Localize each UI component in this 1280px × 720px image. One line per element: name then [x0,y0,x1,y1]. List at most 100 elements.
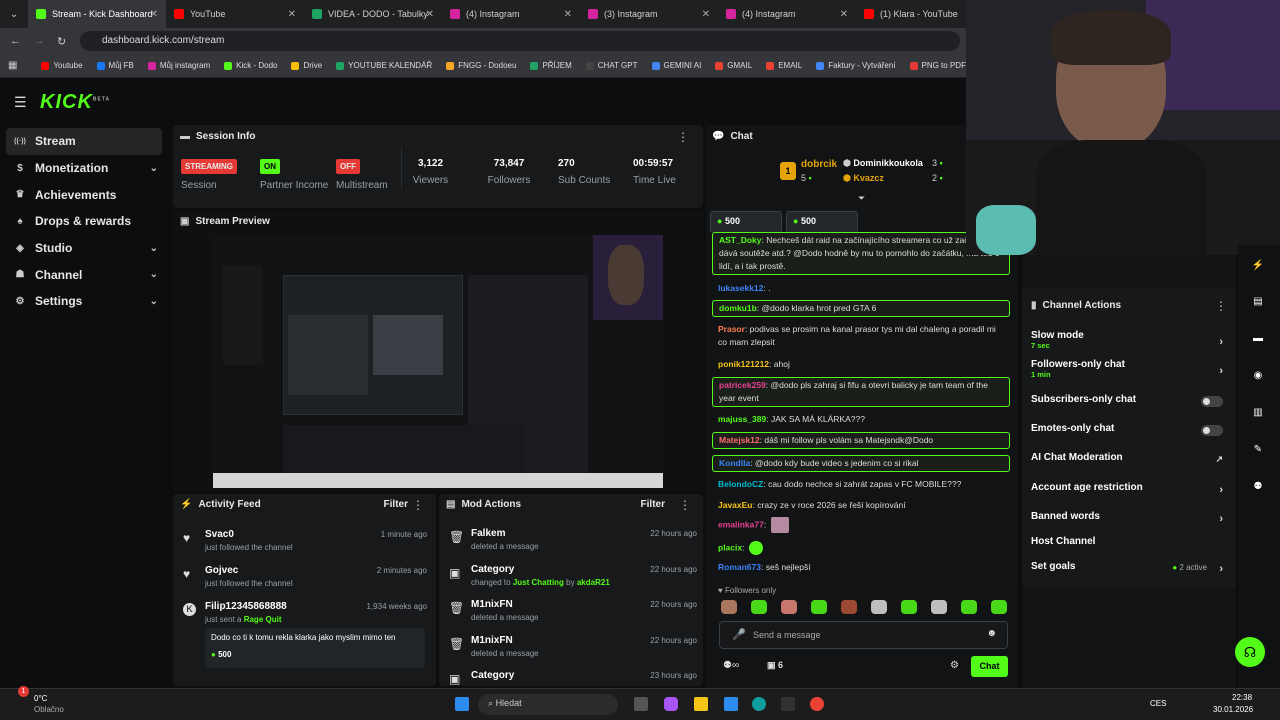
activity-user[interactable]: Svac0 [205,529,234,540]
list-rail-icon[interactable]: ▥ [1246,400,1270,424]
capcut-icon[interactable] [781,697,795,711]
support-headset-icon[interactable]: ☊ [1235,637,1265,667]
forward-icon[interactable]: → [34,35,45,47]
back-icon[interactable]: ← [10,35,21,47]
bookmark-item[interactable]: CHAT GPT [585,61,638,70]
points-rail-icon[interactable]: ⚉ [1246,474,1270,498]
chat-settings-icon[interactable]: ⚙ [950,660,959,671]
clipboard-rail-icon[interactable]: ▤ [1246,289,1270,313]
external-link-icon[interactable]: ↗ [1215,454,1223,465]
sidebar-item-channel[interactable]: ☗ Channel ⌄ [0,261,170,288]
actions-more-icon[interactable]: ⋮ [1215,299,1227,313]
mod-action-user[interactable]: Category [471,564,514,575]
copilot-icon[interactable] [664,697,678,711]
browser-tab[interactable]: (4) Instagram ✕ [718,0,856,28]
sidebar-item-achievements[interactable]: ♛ Achievements [0,181,170,208]
file-explorer-icon[interactable] [694,697,708,711]
browser-tab[interactable]: (4) Instagram ✕ [442,0,580,28]
channel-action-followers-only-chat[interactable]: Followers-only chat 1 min › [1031,359,1231,383]
chevron-right-icon[interactable]: › [1219,563,1223,575]
close-tab-icon[interactable]: ✕ [564,9,572,20]
session-more-icon[interactable]: ⋮ [677,130,689,144]
bookmark-item[interactable]: Kick - Dodo [224,61,277,70]
channel-action-ai-chat-moderation[interactable]: AI Chat Moderation ↗ [1031,452,1231,476]
expand-down-icon[interactable]: ⏷ [858,193,865,204]
bookmark-item[interactable]: Můj FB [96,61,134,70]
chevron-right-icon[interactable]: › [1219,513,1223,525]
sidebar-item-studio[interactable]: ◈ Studio ⌄ [0,235,170,262]
mod-actor-name[interactable]: akdaR21 [577,578,610,587]
apps-grid-icon[interactable]: ▦ [8,60,17,71]
reload-icon[interactable]: ↻ [57,35,66,48]
leader-name[interactable]: Kvazcz [853,173,884,183]
bookmark-item[interactable]: Faktury - Vytváření [816,61,896,70]
emote-picker-icon[interactable] [841,600,857,614]
windows-start-icon[interactable] [455,697,469,711]
close-tab-icon[interactable]: ✕ [840,9,848,20]
chat-username[interactable]: Matejsk12 [719,435,760,445]
chevron-right-icon[interactable]: › [1219,365,1223,377]
chevron-down-icon[interactable]: ⌄ [150,269,158,280]
chevron-down-icon[interactable]: ⌄ [150,296,158,307]
chevron-right-icon[interactable]: › [1219,484,1223,496]
channel-action-host-channel[interactable]: Host Channel [1031,536,1231,560]
pinned-gift-1[interactable]: ● 500 [710,211,782,233]
toggle-switch[interactable] [1201,396,1223,407]
stream-video[interactable] [213,235,663,488]
menu-icon[interactable]: ☰ [14,94,27,111]
chat-username[interactable]: Roman673 [718,562,761,572]
bookmark-item[interactable]: YOUTUBE KALENDÁŘ [336,61,432,70]
browser-tab[interactable]: VIDEA - DODO - Tabulky ✕ [304,0,442,28]
activity-filter-button[interactable]: Filter [384,499,408,510]
keyboard-language[interactable]: CES [1150,699,1166,708]
task-view-icon[interactable] [634,697,648,711]
chevron-right-icon[interactable]: › [1219,336,1223,348]
leader-name[interactable]: Dominikkoukola [853,158,923,168]
outlook-icon[interactable] [724,697,738,711]
channel-action-set-goals[interactable]: Set goals › ● 2 active [1031,561,1231,585]
bookmark-item[interactable]: Youtube [41,61,83,70]
emoji-icon[interactable]: ☻ [986,628,997,639]
browser-tab[interactable]: Stream - Kick Dashboard ✕ [28,0,166,28]
bookmark-item[interactable]: GEMINI AI [651,61,701,70]
chat-username[interactable]: ponik121212 [718,359,769,369]
sidebar-item-stream[interactable]: ((·)) Stream [6,128,162,155]
bookmark-item[interactable]: Drive [291,61,322,70]
bookmark-item[interactable]: Můj instagram [147,61,210,70]
emote-picker-icon[interactable] [871,600,887,614]
send-chat-button[interactable]: Chat [971,656,1008,677]
sidebar-item-monetization[interactable]: $ Monetization ⌄ [0,155,170,182]
activity-more-icon[interactable]: ⋮ [412,498,424,512]
mod-action-user[interactable]: Category [471,670,514,681]
chat-username[interactable]: Kondlla [719,458,750,468]
mod-action-user[interactable]: Falkem [471,528,505,539]
edge-icon[interactable] [752,697,766,711]
chat-username[interactable]: AST_Doky [719,235,762,245]
chat-username[interactable]: lukasekk12 [718,283,763,293]
clock-time[interactable]: 22:38 [1232,693,1252,702]
bookmark-item[interactable]: GMAIL [715,61,752,70]
close-tab-icon[interactable]: ✕ [426,9,434,20]
chat-username[interactable]: BelondoCZ [718,479,763,489]
multistream-off-badge[interactable]: OFF [336,159,360,174]
bolt-rail-icon[interactable]: ⚡ [1246,253,1270,277]
emote-picker-icon[interactable] [901,600,917,614]
bookmark-item[interactable]: EMAIL [766,61,802,70]
emote-picker-icon[interactable] [991,600,1007,614]
close-tab-icon[interactable]: ✕ [702,9,710,20]
toggle-switch[interactable] [1201,425,1223,436]
chevron-down-icon[interactable]: ⌄ [150,163,158,174]
chat-username[interactable]: Prasor [718,324,745,334]
sidebar-item-settings[interactable]: ⚙ Settings ⌄ [0,288,170,315]
taskbar-search[interactable]: ⌕ Hledat [478,694,618,715]
emote-picker-icon[interactable] [781,600,797,614]
emote-picker-icon[interactable] [961,600,977,614]
tab-search-icon[interactable]: ⌄ [0,9,28,20]
chat-username[interactable]: patricek259 [719,380,766,390]
partner-on-badge[interactable]: ON [260,159,280,174]
bookmark-item[interactable]: FNGG - Dodoeu [446,61,516,70]
emote-picker-icon[interactable] [811,600,827,614]
activity-user[interactable]: Filip12345868888 [205,601,287,612]
chat-username[interactable]: JavaxEu [718,500,753,510]
pinned-gift-2[interactable]: ● 500 [786,211,858,233]
